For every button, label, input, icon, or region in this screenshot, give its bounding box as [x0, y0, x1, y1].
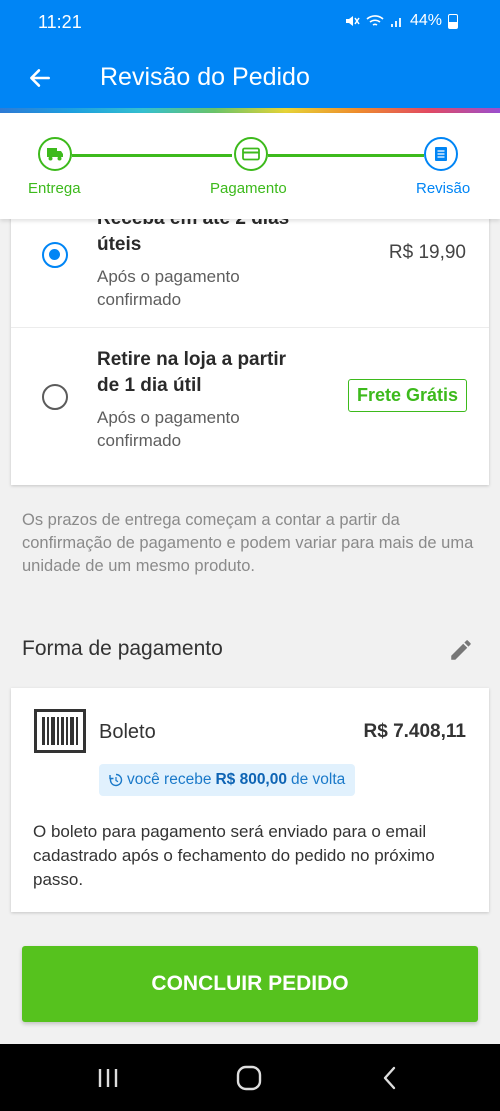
- home-icon: [236, 1065, 262, 1091]
- option-subtitle-line1: Após o pagamento: [97, 267, 240, 286]
- app-bar: Revisão do Pedido: [0, 46, 500, 108]
- step-label-review: Revisão: [416, 180, 471, 197]
- checkout-stepper: Entrega Pagamento Revisão: [0, 113, 500, 219]
- truck-icon: [47, 148, 63, 161]
- radio-unselected[interactable]: [42, 384, 68, 410]
- free-shipping-badge: Frete Grátis: [347, 379, 467, 412]
- radio-selected[interactable]: [42, 242, 68, 268]
- status-bar: 11:21 44%: [0, 0, 500, 46]
- credit-card-icon: [242, 147, 260, 161]
- divider: [11, 327, 489, 328]
- recent-apps-icon: [98, 1069, 118, 1087]
- cashback-icon: [109, 773, 123, 787]
- step-label-delivery: Entrega: [28, 180, 81, 197]
- step-delivery[interactable]: [38, 137, 72, 171]
- payment-method-name: Boleto: [99, 721, 156, 743]
- step-payment[interactable]: [234, 137, 268, 171]
- step-connector: [72, 154, 232, 157]
- step-connector: [268, 154, 424, 157]
- chevron-left-icon: [383, 1066, 396, 1090]
- system-back-button[interactable]: [370, 1062, 410, 1094]
- confirm-order-button[interactable]: CONCLUIR PEDIDO: [22, 946, 478, 1022]
- delivery-note: Os prazos de entrega começam a contar a …: [22, 511, 474, 575]
- arrow-left-icon: [30, 69, 50, 87]
- system-nav-bar: [0, 1044, 500, 1111]
- barcode-icon: [34, 709, 86, 753]
- edit-payment-button[interactable]: [446, 635, 476, 665]
- status-time: 11:21: [38, 12, 82, 32]
- payment-card: Boleto R$ 7.408,11 você recebe R$ 800,00…: [11, 688, 489, 912]
- cashback-value: R$ 800,00: [215, 771, 287, 788]
- step-label-payment: Pagamento: [210, 180, 287, 197]
- pencil-icon: [451, 640, 471, 660]
- home-button[interactable]: [229, 1062, 269, 1094]
- step-review[interactable]: [424, 137, 458, 171]
- option-title-line1: Retire na loja a partir: [97, 349, 287, 370]
- document-icon: [435, 147, 447, 161]
- cashback-suffix: de volta: [290, 771, 346, 788]
- option-subtitle-line1: Após o pagamento: [97, 408, 240, 427]
- payment-amount: R$ 7.408,11: [363, 721, 466, 742]
- cashback-prefix: você recebe: [127, 771, 212, 788]
- option-subtitle-line2: confirmado: [97, 290, 182, 309]
- back-button[interactable]: [20, 58, 60, 98]
- wifi-icon: [366, 15, 384, 26]
- payment-section-title: Forma de pagamento: [22, 637, 223, 660]
- option-subtitle-line2: confirmado: [97, 431, 182, 450]
- cashback-badge: você recebe R$ 800,00 de volta: [99, 764, 356, 796]
- delivery-options-card: Receba em até 2 dias úteis Após o pagame…: [11, 190, 489, 485]
- page-title: Revisão do Pedido: [100, 63, 310, 91]
- mute-icon: [345, 16, 360, 26]
- option-price: R$ 19,90: [388, 242, 466, 263]
- status-icons: 44%: [344, 12, 458, 30]
- option-title-line2: de 1 dia útil: [97, 375, 202, 396]
- option-title-line2: úteis: [97, 234, 142, 255]
- battery-icon: [448, 13, 458, 29]
- recent-apps-button[interactable]: [88, 1062, 128, 1094]
- payment-description: O boleto para pagamento será enviado par…: [33, 822, 435, 889]
- signal-icon: [390, 18, 401, 27]
- battery-percent: 44%: [409, 12, 442, 29]
